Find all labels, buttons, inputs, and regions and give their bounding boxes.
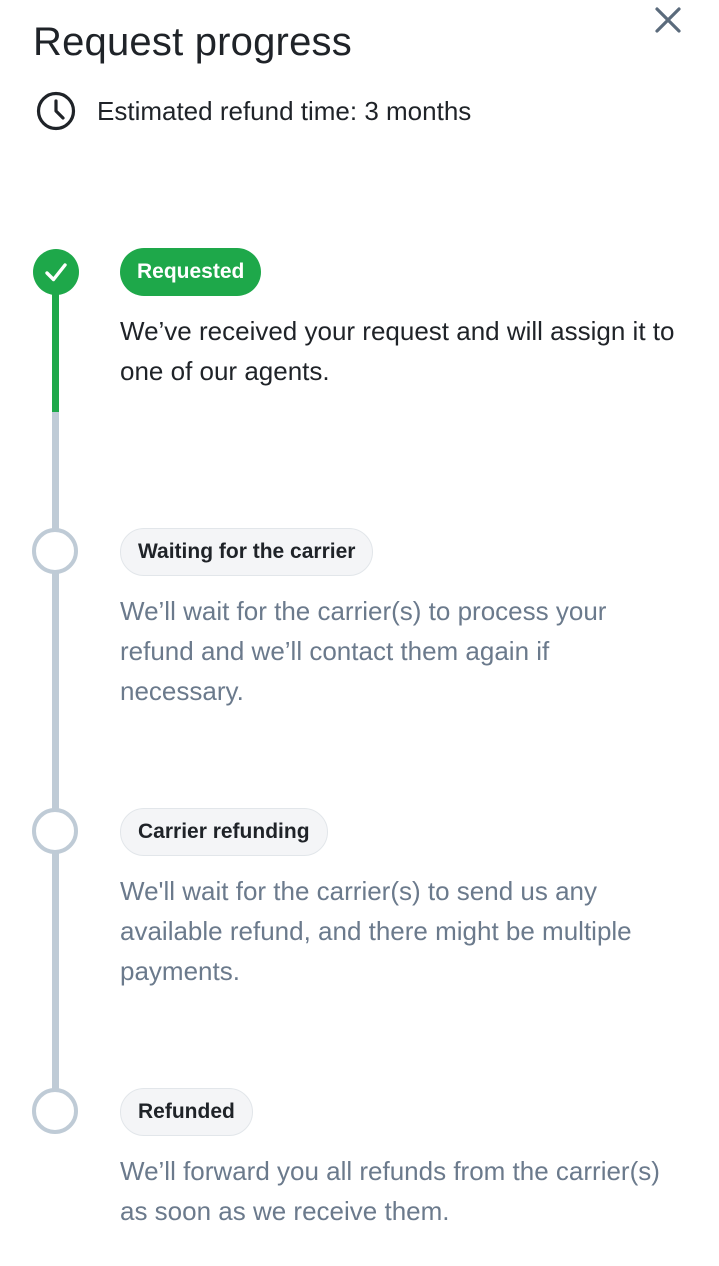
step-description-refunded: We’ll forward you all refunds from the c… (120, 1156, 660, 1226)
step-complete-marker (33, 249, 79, 295)
estimated-time-text: Estimated refund time: 3 months (97, 95, 472, 126)
step-description-carrier-refunding: We'll wait for the carrier(s) to send us… (120, 876, 632, 986)
check-icon (45, 263, 67, 282)
step-description-waiting-for-carrier: We’ll wait for the carrier(s) to process… (120, 596, 607, 706)
timeline-pending-line (52, 412, 59, 1112)
status-badge-refunded: Refunded (120, 1088, 253, 1136)
step-pending-marker (32, 528, 78, 574)
step-pending-marker (32, 808, 78, 854)
page-title: Request progress (33, 20, 352, 64)
step-description-requested: We’ve received your request and will ass… (120, 316, 675, 386)
clock-icon (36, 91, 76, 131)
close-icon[interactable] (650, 2, 686, 38)
timeline-progress-line (52, 292, 59, 412)
status-badge-requested: Requested (120, 248, 262, 296)
estimated-time-row: Estimated refund time: 3 months (36, 91, 471, 131)
step-pending-marker (32, 1088, 78, 1134)
status-badge-carrier-refunding: Carrier refunding (120, 808, 328, 856)
status-badge-waiting-for-carrier: Waiting for the carrier (120, 528, 374, 576)
